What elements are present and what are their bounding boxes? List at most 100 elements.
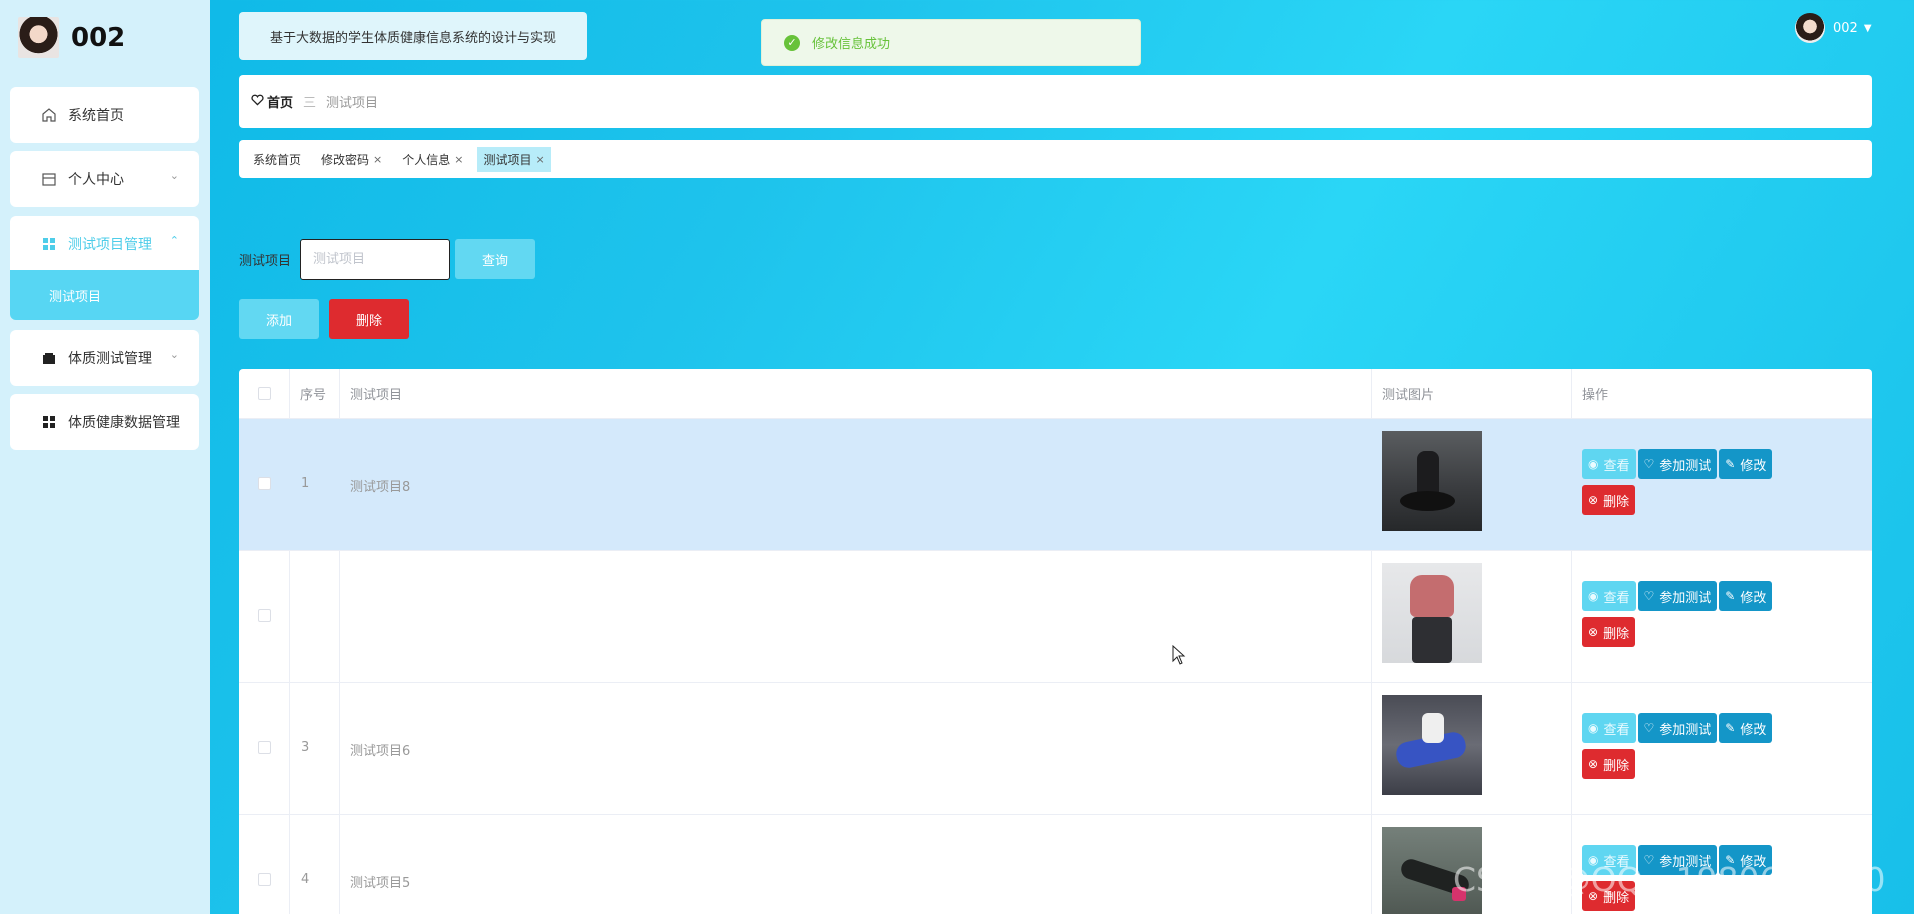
test-image [1382, 431, 1482, 531]
tag-label: 修改密码 [321, 152, 370, 167]
breadcrumb-current: 测试项目 [326, 96, 379, 111]
sidebar-item-test-project-mgmt[interactable]: 测试项目管理 ⌃ [10, 216, 199, 272]
eye-icon: ◉ [1588, 457, 1599, 471]
delete-button[interactable]: ⊗ 删除 [1582, 617, 1636, 647]
row-checkbox[interactable] [257, 477, 271, 490]
tag-change-password[interactable]: 修改密码 × [315, 147, 388, 172]
close-circle-icon: ⊗ [1588, 625, 1599, 639]
data-table: 序号 测试项目 测试图片 操作 1 测试项目8 ◉ 查看 ♡ 参加测试 ✎ 修改 ⊗ 删除 … [239, 369, 1872, 914]
edit-button[interactable]: ✎ 修改 [1719, 581, 1773, 611]
batch-delete-button[interactable]: 删除 [329, 299, 409, 339]
edit-button[interactable]: ✎ 修改 [1719, 449, 1773, 479]
column-header-name: 测试项目 [350, 388, 403, 403]
close-icon[interactable]: × [373, 153, 382, 166]
brand-name: 002 [71, 22, 126, 53]
pencil-icon: ✎ [1725, 457, 1736, 471]
delete-button[interactable]: ⊗ 删除 [1582, 485, 1636, 515]
view-button[interactable]: ◉ 查看 [1582, 713, 1636, 743]
breadcrumb-separator: 三 [303, 96, 317, 111]
tag-label: 系统首页 [253, 152, 302, 167]
tag-label: 个人信息 [402, 152, 451, 167]
join-label: 参加测试 [1659, 722, 1712, 738]
breadcrumb-home[interactable]: 首页 [267, 92, 293, 111]
join-test-button[interactable]: ♡ 参加测试 [1637, 449, 1718, 479]
sidebar-item-personal-center[interactable]: 个人中心 ⌄ [10, 151, 199, 207]
cell-no: 3 [301, 740, 310, 755]
close-icon[interactable]: × [454, 153, 463, 166]
chevron-up-icon: ⌃ [169, 234, 179, 247]
column-header-no: 序号 [300, 388, 327, 403]
sidebar-item-home[interactable]: 系统首页 [10, 87, 199, 143]
view-label: 查看 [1603, 590, 1630, 606]
view-button[interactable]: ◉ 查看 [1582, 449, 1636, 479]
table-row[interactable]: 3 测试项目6 ◉ 查看 ♡ 参加测试 ✎ 修改 ⊗ 删除 [239, 683, 1872, 815]
edit-label: 修改 [1740, 722, 1767, 738]
user-name: 002 [1833, 20, 1858, 36]
cell-no: 1 [301, 476, 310, 491]
app-title: 基于大数据的学生体质健康信息系统的设计与实现 [239, 12, 587, 60]
pencil-icon: ✎ [1725, 589, 1736, 603]
sidebar: 002 系统首页 个人中心 ⌄ 测试项目管理 ⌃ 测试项目 体质测试管理 ⌄ 体… [0, 0, 210, 914]
row-checkbox[interactable] [257, 873, 271, 886]
sidebar-subitem-test-project[interactable]: 测试项目 [10, 270, 199, 320]
test-image [1382, 563, 1482, 663]
view-button[interactable]: ◉ 查看 [1582, 581, 1636, 611]
cell-no: 4 [301, 872, 310, 887]
chevron-down-icon: ⌄ [169, 169, 179, 182]
select-all-checkbox[interactable] [257, 387, 271, 400]
row-checkbox[interactable] [257, 609, 271, 622]
join-test-button[interactable]: ♡ 参加测试 [1637, 581, 1718, 611]
wallet-icon [40, 349, 58, 367]
brand-avatar [18, 17, 59, 58]
edit-button[interactable]: ✎ 修改 [1719, 713, 1773, 743]
tags-view: 系统首页 修改密码 × 个人信息 × 测试项目 × [239, 140, 1872, 178]
sidebar-item-label: 体质健康数据管理 [68, 415, 180, 431]
edit-label: 修改 [1740, 458, 1767, 474]
eye-icon: ◉ [1588, 721, 1599, 735]
mouse-cursor-icon [1172, 644, 1186, 669]
table-row[interactable]: ◉ 查看 ♡ 参加测试 ✎ 修改 ⊗ 删除 [239, 551, 1872, 683]
avatar [1795, 13, 1825, 43]
cell-name: 测试项目5 [350, 876, 411, 891]
tag-personal-info[interactable]: 个人信息 × [396, 147, 469, 172]
view-label: 查看 [1603, 722, 1630, 738]
check-circle-icon: ✓ [784, 34, 800, 51]
join-test-button[interactable]: ♡ 参加测试 [1637, 713, 1718, 743]
success-toast: ✓ 修改信息成功 [761, 19, 1141, 66]
delete-button[interactable]: ⊗ 删除 [1582, 749, 1636, 779]
calendar-icon [40, 170, 58, 188]
sidebar-item-label: 体质测试管理 [68, 351, 152, 367]
heart-icon: ♡ [1643, 589, 1655, 603]
search-input[interactable] [300, 239, 450, 280]
delete-label: 删除 [1603, 758, 1630, 774]
table-row[interactable]: 1 测试项目8 ◉ 查看 ♡ 参加测试 ✎ 修改 ⊗ 删除 [239, 419, 1872, 551]
delete-label: 删除 [1603, 494, 1630, 510]
sidebar-item-fitness-test-mgmt[interactable]: 体质测试管理 ⌄ [10, 330, 199, 386]
app-title-text: 基于大数据的学生体质健康信息系统的设计与实现 [269, 30, 556, 46]
user-menu[interactable]: 002 ▼ [1795, 13, 1872, 43]
edit-label: 修改 [1740, 590, 1767, 606]
tag-system-home[interactable]: 系统首页 [247, 147, 307, 172]
caret-down-icon: ▼ [1863, 22, 1872, 34]
sidebar-item-label: 系统首页 [68, 108, 124, 124]
delete-label: 删除 [1603, 626, 1630, 642]
join-label: 参加测试 [1659, 590, 1712, 606]
close-icon[interactable]: × [536, 153, 545, 166]
add-button[interactable]: 添加 [239, 299, 319, 339]
chevron-down-icon: ⌄ [169, 348, 179, 361]
eye-icon: ◉ [1588, 589, 1599, 603]
toast-message: 修改信息成功 [812, 37, 891, 52]
breadcrumb: 首页 三 测试项目 [239, 75, 1872, 128]
column-header-image: 测试图片 [1382, 388, 1435, 403]
close-circle-icon: ⊗ [1588, 493, 1599, 507]
tag-label: 测试项目 [483, 152, 532, 167]
view-label: 查看 [1603, 458, 1630, 474]
tag-test-project[interactable]: 测试项目 × [477, 146, 551, 172]
row-checkbox[interactable] [257, 741, 271, 754]
query-button[interactable]: 查询 [455, 239, 535, 279]
heart-icon: ♡ [1643, 457, 1655, 471]
close-circle-icon: ⊗ [1588, 757, 1599, 771]
grid-icon [40, 413, 58, 431]
cell-name: 测试项目6 [350, 744, 411, 759]
sidebar-item-health-data-mgmt[interactable]: 体质健康数据管理 [10, 394, 199, 450]
